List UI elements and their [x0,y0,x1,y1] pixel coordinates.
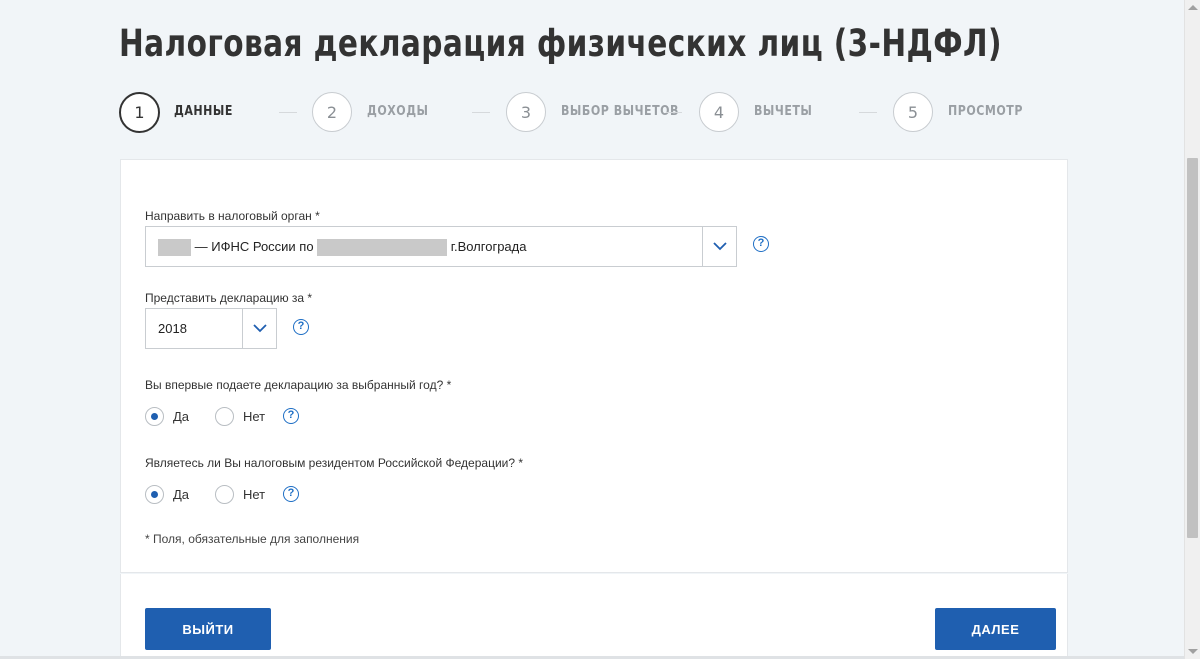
step-2-circle[interactable]: 2 [312,92,352,132]
redacted-district [317,239,448,257]
first-time-yes-radio[interactable] [145,407,164,426]
resident-yes-label[interactable]: Да [173,487,189,502]
exit-button[interactable]: ВЫЙТИ [145,608,271,650]
tax-office-value: — ИФНС России по г.Волгограда [158,239,527,257]
next-button[interactable]: ДАЛЕЕ [935,608,1056,650]
step-3-label[interactable]: ВЫБОР ВЫЧЕТОВ [561,104,679,119]
step-divider [859,112,877,113]
vertical-scrollbar[interactable] [1184,0,1200,659]
resident-no-radio[interactable] [215,485,234,504]
resident-no-label[interactable]: Нет [243,487,265,502]
first-time-question: Вы впервые подаете декларацию за выбранн… [145,378,452,392]
step-divider [666,112,682,113]
year-value: 2018 [158,321,187,336]
tax-office-label: Направить в налоговый орган * [145,209,320,223]
question-circle-icon[interactable]: ? [753,236,769,252]
resident-question: Являетесь ли Вы налоговым резидентом Рос… [145,456,524,470]
tax-office-select[interactable]: — ИФНС России по г.Волгограда [145,226,737,267]
scroll-thumb[interactable] [1187,158,1198,538]
step-3-circle[interactable]: 3 [506,92,546,132]
first-time-no-label[interactable]: Нет [243,409,265,424]
step-5-label[interactable]: ПРОСМОТР [948,104,1023,119]
page-title: Налоговая декларация физических лиц (3-Н… [119,22,1002,65]
tax-office-dropdown-toggle[interactable] [702,227,736,266]
step-1-label[interactable]: ДАННЫЕ [174,104,233,119]
step-4-circle[interactable]: 4 [699,92,739,132]
question-circle-icon[interactable]: ? [293,319,309,335]
step-2-label[interactable]: ДОХОДЫ [367,104,429,119]
step-divider [279,112,297,113]
required-fields-note: * Поля, обязательные для заполнения [145,532,360,546]
first-time-no-radio[interactable] [215,407,234,426]
step-1-circle[interactable]: 1 [119,92,160,133]
question-circle-icon[interactable]: ? [283,408,299,424]
first-time-yes-label[interactable]: Да [173,409,189,424]
chevron-down-icon [252,324,267,333]
redacted-code [158,239,191,257]
stepper: 1 ДАННЫЕ 2 ДОХОДЫ 3 ВЫБОР ВЫЧЕТОВ 4 ВЫЧЕ… [119,92,1059,134]
tax-office-value-middle: — ИФНС России по [191,239,318,254]
question-circle-icon[interactable]: ? [283,486,299,502]
year-dropdown-toggle[interactable] [242,309,276,348]
step-divider [472,112,490,113]
step-5-circle[interactable]: 5 [893,92,933,132]
chevron-down-icon [712,242,727,251]
year-select[interactable]: 2018 [145,308,277,349]
scroll-down-arrow-icon[interactable] [1188,649,1198,654]
year-label: Представить декларацию за * [145,291,313,305]
step-4-label[interactable]: ВЫЧЕТЫ [754,104,812,119]
resident-yes-radio[interactable] [145,485,164,504]
scroll-up-arrow-icon[interactable] [1188,5,1198,10]
tax-office-value-end: г.Волгограда [447,239,527,254]
